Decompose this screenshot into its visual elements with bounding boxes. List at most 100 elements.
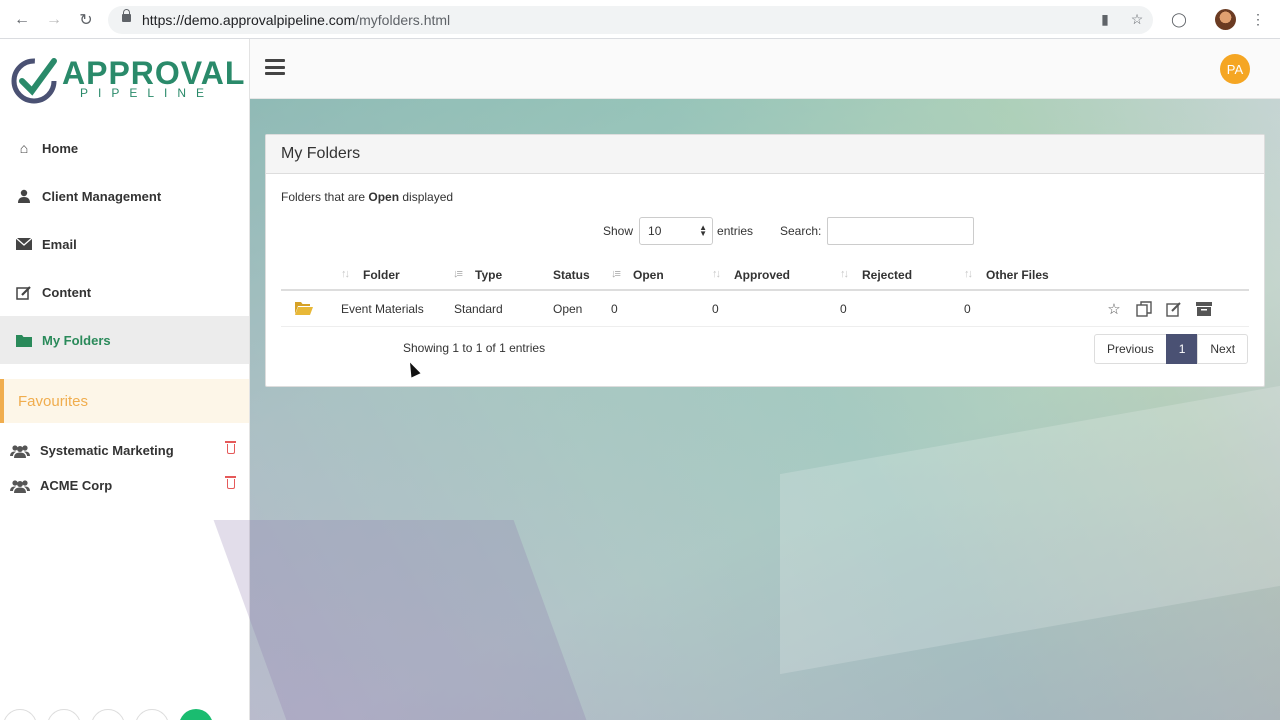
sidebar-item-label: Content xyxy=(42,284,92,300)
cell-other-files: 0 xyxy=(964,302,971,316)
table-info: Showing 1 to 1 of 1 entries xyxy=(403,341,546,355)
entries-select[interactable]: 10 ▲ ▼ xyxy=(639,217,714,245)
entries-select-value: 10 xyxy=(648,224,662,238)
search-label: Search: xyxy=(780,224,822,238)
logo[interactable]: APPROVAL PIPELINE xyxy=(10,55,244,105)
favourites-list: Systematic Marketing ACME Corp xyxy=(0,433,249,503)
column-header-open[interactable]: Open xyxy=(633,268,664,282)
cell-status: Open xyxy=(553,302,583,316)
cell-rejected: 0 xyxy=(840,302,847,316)
users-icon xyxy=(10,444,30,458)
sort-icon[interactable]: ↓≡ xyxy=(611,268,621,280)
top-bar: PA xyxy=(250,39,1280,99)
edit-icon[interactable] xyxy=(1165,300,1183,318)
folder-icon xyxy=(15,332,33,348)
url-text: https://demo.approvalpipeline.com/myfold… xyxy=(142,12,450,28)
sidebar-item-label: Home xyxy=(42,140,79,156)
sidebar-item-label: Client Management xyxy=(42,188,162,204)
sort-icon[interactable]: ↑↓ xyxy=(341,268,350,280)
browser-profile-avatar[interactable] xyxy=(1215,9,1236,30)
column-header-rejected[interactable]: Rejected xyxy=(862,268,912,282)
sort-icon[interactable]: ↑↓ xyxy=(840,268,849,280)
favourites-header: Favourites xyxy=(0,379,249,423)
action-circle-button[interactable] xyxy=(91,709,125,720)
camera-icon[interactable]: ▮ xyxy=(1096,10,1114,28)
column-header-other-files[interactable]: Other Files xyxy=(986,268,1049,282)
url-host: https://demo.approvalpipeline.com xyxy=(142,12,356,28)
sidebar-item-client-management[interactable]: Client Management xyxy=(0,172,249,220)
address-bar[interactable]: https://demo.approvalpipeline.com/myfold… xyxy=(108,6,1153,34)
reload-icon[interactable]: ↻ xyxy=(75,9,97,31)
sidebar-menu: ⌂ Home Client Management Email Content M… xyxy=(0,124,249,364)
search-input[interactable] xyxy=(827,217,975,245)
envelope-icon xyxy=(15,236,33,252)
user-icon xyxy=(15,188,33,204)
action-circle-button[interactable] xyxy=(135,709,169,720)
cell-folder[interactable]: Event Materials xyxy=(341,302,424,316)
my-folders-panel: My Folders Folders that are Open display… xyxy=(265,134,1265,387)
home-icon: ⌂ xyxy=(19,140,29,156)
favourite-item-systematic-marketing[interactable]: Systematic Marketing xyxy=(0,433,249,468)
copy-icon[interactable] xyxy=(1135,300,1153,318)
sort-icon[interactable]: ↑↓ xyxy=(712,268,721,280)
url-path: /myfolders.html xyxy=(355,12,451,28)
panel-title: My Folders xyxy=(266,135,1264,174)
logo-subtitle: PIPELINE xyxy=(80,86,215,100)
note-status: Open xyxy=(368,190,400,204)
sidebar-item-content[interactable]: Content xyxy=(0,268,249,316)
hamburger-menu-icon[interactable] xyxy=(265,59,285,75)
table-header: ↑↓ Folder ↓≡ Type Status ↓≡ Open ↑↓ Appr… xyxy=(281,259,1249,291)
search-control: Search: xyxy=(780,217,975,245)
column-header-status[interactable]: Status xyxy=(553,268,590,282)
logo-check-icon xyxy=(11,58,57,104)
status-note: Folders that are Open displayed xyxy=(281,190,453,204)
sidebar: APPROVAL PIPELINE ⌂ Home Client Manageme… xyxy=(0,39,250,720)
sort-icon[interactable]: ↑↓ xyxy=(964,268,973,280)
sidebar-item-label: My Folders xyxy=(42,332,111,348)
note-suffix: displayed xyxy=(399,190,454,204)
user-avatar[interactable]: PA xyxy=(1220,54,1250,84)
browser-toolbar: ← → ↻ https://demo.approvalpipeline.com/… xyxy=(0,0,1280,39)
open-folder-icon[interactable] xyxy=(295,301,313,315)
sidebar-item-email[interactable]: Email xyxy=(0,220,249,268)
cell-open: 0 xyxy=(611,302,618,316)
action-circle-button-green[interactable] xyxy=(179,709,213,720)
extension-icon[interactable]: ◯ xyxy=(1170,10,1188,28)
favourite-label: ACME Corp xyxy=(40,478,113,493)
lock-icon xyxy=(122,9,131,22)
next-page-button[interactable]: Next xyxy=(1197,334,1249,364)
pagination: Previous 1 Next xyxy=(1094,334,1249,364)
star-icon[interactable]: ☆ xyxy=(1128,10,1146,28)
sort-icon[interactable]: ↓≡ xyxy=(453,268,463,280)
favourite-item-acme-corp[interactable]: ACME Corp xyxy=(0,468,249,503)
action-circle-button[interactable] xyxy=(3,709,37,720)
show-label: Show xyxy=(603,224,634,238)
previous-page-button[interactable]: Previous xyxy=(1094,334,1167,364)
column-header-type[interactable]: Type xyxy=(475,268,502,282)
archive-icon[interactable] xyxy=(1195,300,1213,318)
entries-label: entries xyxy=(717,224,754,238)
more-menu-icon[interactable]: ⋮ xyxy=(1249,10,1267,28)
trash-icon[interactable] xyxy=(225,476,236,489)
trash-icon[interactable] xyxy=(225,441,236,454)
users-icon xyxy=(10,479,30,493)
folders-table: ↑↓ Folder ↓≡ Type Status ↓≡ Open ↑↓ Appr… xyxy=(281,259,1249,327)
note-prefix: Folders that are xyxy=(281,190,369,204)
cell-type: Standard xyxy=(454,302,503,316)
action-circle-button[interactable] xyxy=(47,709,81,720)
select-arrows-icon: ▲ ▼ xyxy=(699,223,708,238)
sidebar-item-my-folders[interactable]: My Folders xyxy=(0,316,249,364)
column-header-approved[interactable]: Approved xyxy=(734,268,790,282)
sidebar-item-home[interactable]: ⌂ Home xyxy=(0,124,249,172)
forward-icon[interactable]: → xyxy=(43,9,65,31)
column-header-folder[interactable]: Folder xyxy=(363,268,400,282)
page-1-button[interactable]: 1 xyxy=(1165,334,1199,364)
table-row: Event Materials Standard Open 0 0 0 0 ☆ xyxy=(281,291,1249,327)
edit-icon xyxy=(15,284,33,300)
back-icon[interactable]: ← xyxy=(11,9,33,31)
favourite-label: Systematic Marketing xyxy=(40,443,174,458)
favourite-star-icon[interactable]: ☆ xyxy=(1105,300,1123,318)
sidebar-item-label: Email xyxy=(42,236,77,252)
cell-approved: 0 xyxy=(712,302,719,316)
bottom-action-buttons xyxy=(0,706,249,720)
